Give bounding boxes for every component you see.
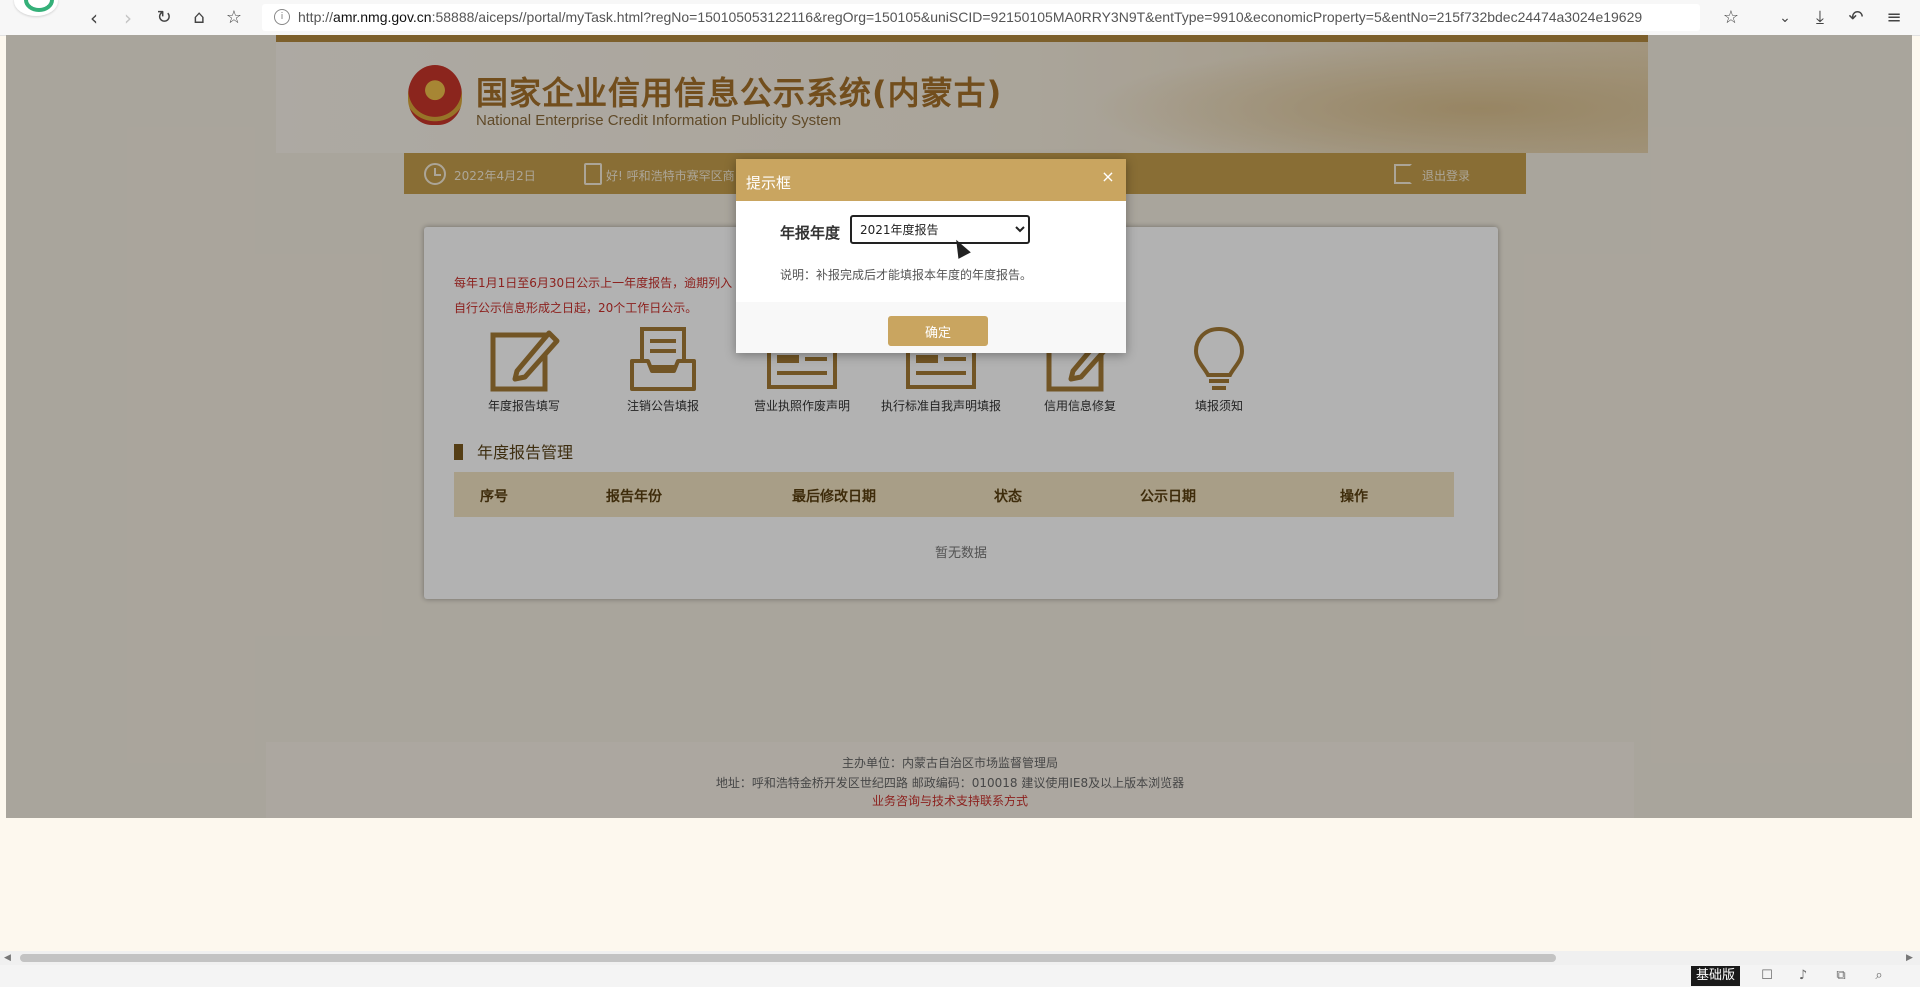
browser-toolbar: ‹ › ↻ ⌂ ☆ i http://amr.nmg.gov.cn:58888/… [0, 0, 1920, 36]
download-icon[interactable]: ⤓ [1806, 4, 1834, 32]
browser-statusbar: 基础版 ☐ ♪ ⧉ ⌕ [0, 965, 1920, 987]
zoom-icon[interactable]: ⌕ [1870, 967, 1888, 985]
chevron-down-icon[interactable]: ⌄ [1771, 4, 1799, 32]
menu-icon[interactable]: ≡ [1880, 4, 1908, 32]
dialog-footer: 确定 [736, 302, 1126, 353]
site-info-icon[interactable]: i [274, 9, 290, 25]
close-icon[interactable]: × [1098, 167, 1118, 187]
year-select-dialog: 提示框 × 年报年度 2021年度报告 说明：补报完成后才能填报本年度的年度报告… [736, 159, 1126, 353]
cleaner-icon[interactable]: ☐ [1758, 967, 1776, 985]
bookmark-star-icon[interactable]: ☆ [220, 4, 248, 32]
url-text[interactable]: http://amr.nmg.gov.cn:58888/aiceps//port… [298, 9, 1642, 25]
address-bar[interactable]: i http://amr.nmg.gov.cn:58888/aiceps//po… [262, 4, 1700, 31]
confirm-button[interactable]: 确定 [888, 316, 988, 346]
browser-mode-badge[interactable]: 基础版 [1691, 966, 1741, 986]
dialog-title: 提示框 [746, 174, 792, 192]
scroll-left-icon[interactable]: ◀ [4, 951, 11, 965]
dialog-note: 说明：补报完成后才能填报本年度的年度报告。 [780, 268, 1033, 282]
home-icon[interactable]: ⌂ [185, 4, 213, 32]
dialog-header: 提示框 × [736, 159, 1126, 201]
scrollbar-thumb[interactable] [20, 954, 1556, 962]
reload-icon[interactable]: ↻ [150, 4, 178, 32]
year-field-label: 年报年度 [780, 224, 841, 242]
scroll-right-icon[interactable]: ▶ [1906, 951, 1913, 965]
window-icon[interactable]: ⧉ [1832, 967, 1850, 985]
undo-icon[interactable]: ↶ [1842, 4, 1870, 32]
back-icon[interactable]: ‹ [80, 4, 108, 32]
favorite-star-icon[interactable]: ☆ [1717, 4, 1745, 32]
sound-icon[interactable]: ♪ [1794, 967, 1812, 985]
report-year-select[interactable]: 2021年度报告 [850, 215, 1030, 244]
horizontal-scrollbar[interactable]: ◀ ▶ [0, 951, 1920, 965]
modal-overlay: 提示框 × 年报年度 2021年度报告 说明：补报完成后才能填报本年度的年度报告… [6, 35, 1912, 818]
browser-logo-icon [14, 0, 58, 16]
forward-icon[interactable]: › [114, 4, 142, 32]
